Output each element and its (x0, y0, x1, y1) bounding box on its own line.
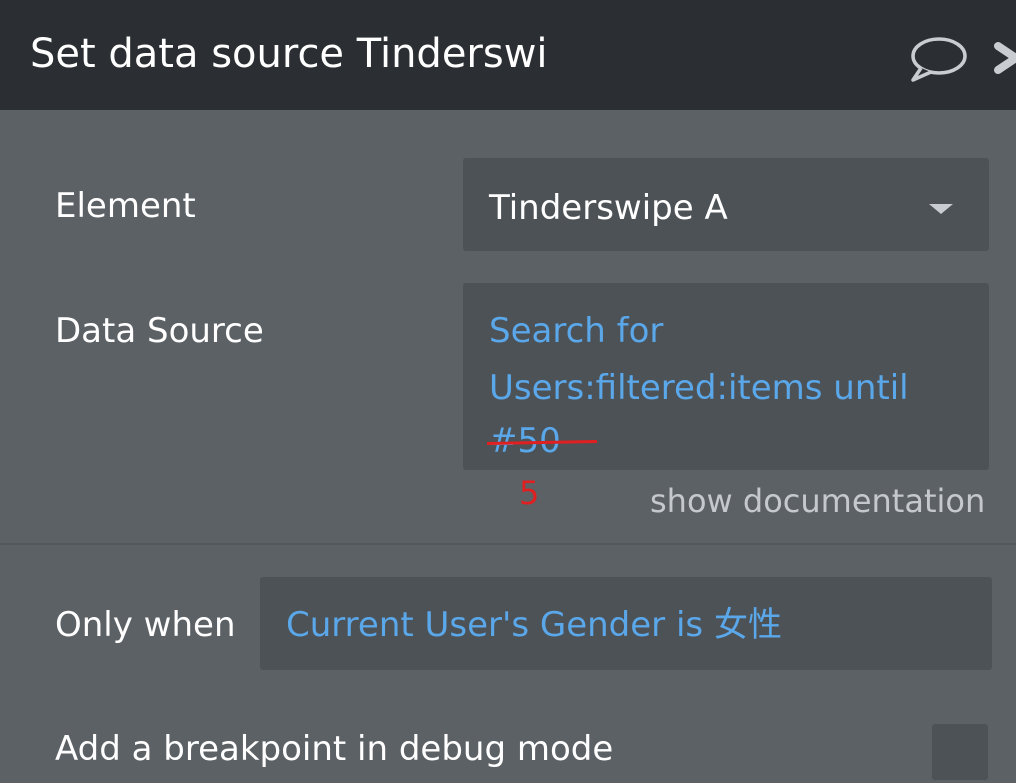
only-when-condition-input[interactable]: Current User's Gender is 女性 (260, 577, 992, 670)
section-divider (0, 543, 1016, 545)
chevron-down-icon (929, 204, 953, 214)
debug-breakpoint-checkbox[interactable] (932, 724, 988, 780)
data-source-expression-line-1[interactable]: Search for (489, 309, 663, 353)
data-source-expression-line-2[interactable]: Users:filtered:items until (489, 366, 909, 410)
only-when-label: Only when (55, 605, 236, 645)
show-documentation-link[interactable]: show documentation (650, 480, 985, 522)
data-source-label: Data Source (55, 311, 264, 351)
debug-breakpoint-label: Add a breakpoint in debug mode (55, 729, 614, 769)
speech-bubble-icon[interactable] (905, 34, 969, 84)
only-when-condition-expression[interactable]: Current User's Gender is 女性 (286, 603, 782, 647)
annotation-number: 5 (519, 474, 540, 512)
element-dropdown[interactable]: Tinderswipe A (463, 158, 989, 251)
close-icon[interactable] (992, 38, 1016, 78)
panel-header: Set data source Tinderswi (0, 0, 1016, 110)
panel-title: Set data source Tinderswi (30, 31, 548, 77)
element-label: Element (55, 186, 196, 226)
element-dropdown-value: Tinderswipe A (489, 188, 728, 228)
